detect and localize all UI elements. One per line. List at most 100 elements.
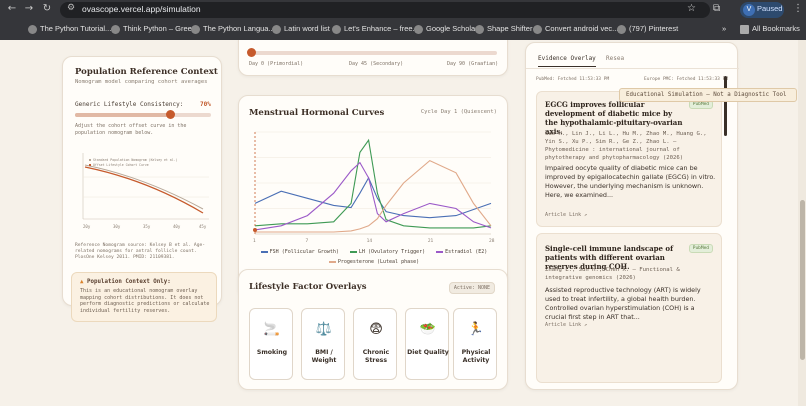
reload-icon[interactable]: ↻ <box>40 3 54 14</box>
disclaimer-tooltip: Educational Simulation — Not a Diagnosti… <box>619 88 797 102</box>
factor-label: Chronic Stress <box>362 349 390 364</box>
globe-icon <box>191 24 200 34</box>
nomogram-source: Reference Nomogram source: Kelsey B et a… <box>75 243 205 260</box>
article-link[interactable]: Article Link ↗ <box>545 212 587 218</box>
menu-icon[interactable]: ⋮ <box>793 3 803 14</box>
site-info-icon[interactable]: ⚙ <box>67 3 75 13</box>
warning-body: This is an educational nomogram overlay … <box>80 288 210 314</box>
article-authors: Zhang L., Sun H., Chen X. — Functional &… <box>545 267 680 281</box>
url-text: ovascope.vercel.app/simulation <box>82 4 201 14</box>
slider-handle[interactable] <box>166 110 176 119</box>
page-scrollbar[interactable] <box>798 40 806 406</box>
bookmark-item[interactable]: Latin word list <box>272 22 330 36</box>
bookmark-item[interactable]: The Python Langua... <box>191 22 275 36</box>
warning-icon: ▲ <box>80 279 84 285</box>
x-tick-label: 7 <box>305 238 308 244</box>
x-tick-label: 21 <box>428 238 434 244</box>
avatar: V <box>743 4 755 16</box>
pubmed-badge: PubMed <box>688 244 713 253</box>
bookmark-item[interactable]: Let's Enhance – free... <box>332 22 419 36</box>
population-warning: ▲ Population Context Only: This is an ed… <box>71 272 217 322</box>
factor-label: Smoking <box>256 349 288 356</box>
browser-chrome: ← → ↻ ⚙ ovascope.vercel.app/simulation ☆… <box>0 0 806 40</box>
diet-quality-button[interactable]: 🥗 Diet Quality <box>405 308 449 380</box>
scale-icon: ⚖️ <box>315 322 333 337</box>
forward-icon[interactable]: → <box>22 3 36 14</box>
factor-label: Physical Activity <box>461 349 491 364</box>
evidence-scrollbar[interactable] <box>724 76 727 136</box>
bookmark-item[interactable]: The Python Tutorial... <box>28 22 111 36</box>
tab-evidence-overlay[interactable]: Evidence Overlay <box>538 55 596 67</box>
bookmark-item[interactable]: Google Scholar <box>414 22 478 36</box>
legend-swatch <box>349 250 357 253</box>
bookmark-item[interactable]: (797) Pinterest <box>617 22 678 36</box>
globe-icon <box>414 24 423 34</box>
hormonal-title: Menstrual Hormonal Curves <box>249 108 385 118</box>
active-overlay-badge: Active: NONE <box>448 282 495 294</box>
globe-icon <box>111 24 120 34</box>
legend-swatch <box>328 260 336 263</box>
legend-item: Estradiol (E2) <box>436 249 487 255</box>
back-icon[interactable]: ← <box>5 3 19 14</box>
hormonal-curves-card: Menstrual Hormonal Curves Cycle Day 1 (Q… <box>238 95 508 298</box>
chart-legend-secondary: Progesterone (Luteal phase) <box>249 259 499 265</box>
factor-label: BMI / Weight <box>311 349 337 364</box>
bookmark-item[interactable]: Shape Shifter <box>475 22 532 36</box>
article-abstract: Impaired oocyte quality of diabetic mice… <box>545 164 716 199</box>
timeline-label: Day 90 (Graafian) <box>447 61 499 67</box>
plot-tick: 30y <box>113 224 121 229</box>
population-title: Population Reference Context <box>75 67 218 77</box>
cycle-day-label: Cycle Day 1 (Quiescent) <box>420 109 497 115</box>
globe-icon <box>332 24 341 34</box>
factor-label: Diet Quality <box>407 349 449 356</box>
warning-title: ▲ Population Context Only: <box>80 279 171 285</box>
plot-tick: 45y <box>199 224 207 229</box>
article-card: Single-cell immune landscape of patients… <box>536 233 722 383</box>
x-tick-label: 14 <box>367 238 373 244</box>
article-authors: Gao H., Lin J., Li L., Hu M., Zhao M., H… <box>545 131 707 161</box>
article-card: EGCG improves follicular development of … <box>536 91 722 227</box>
legend-item: LH (Ovulatory Trigger) <box>349 249 425 255</box>
address-bar[interactable]: ⚙ ovascope.vercel.app/simulation ☆ <box>60 2 710 18</box>
cycle-day-slider[interactable] <box>247 48 497 57</box>
plot-legend-offset: Offset Lifestyle Cohort Curve <box>93 163 149 167</box>
tab-research[interactable]: Resea <box>606 55 624 62</box>
plot-legend-standard: Standard Population Nomogram (Kelsey et … <box>93 158 178 162</box>
lifestyle-consistency-slider[interactable] <box>75 110 211 119</box>
page-content: Population Reference Context Nomogram mo… <box>0 40 806 406</box>
running-icon: 🏃 <box>467 322 485 337</box>
timeline-label: Day 45 (Secondary) <box>349 61 404 67</box>
cigarette-icon: 🚬 <box>263 322 281 337</box>
globe-icon <box>533 24 542 34</box>
stress-face-icon: 😨 <box>369 322 383 337</box>
page-scroll-thumb[interactable] <box>800 200 805 360</box>
all-bookmarks[interactable]: All Bookmarks <box>740 22 800 36</box>
population-card: Population Reference Context Nomogram mo… <box>62 56 222 322</box>
legend-swatch <box>260 250 268 253</box>
x-tick-label: 28 <box>489 238 495 244</box>
physical-activity-button[interactable]: 🏃 Physical Activity <box>453 308 497 380</box>
chronic-stress-button[interactable]: 😨 Chronic Stress <box>353 308 397 380</box>
cycle-day-handle[interactable] <box>247 48 256 57</box>
bookmark-star-icon[interactable]: ☆ <box>687 3 696 14</box>
bookmark-item[interactable]: Convert android vec... <box>533 22 618 36</box>
globe-icon <box>475 24 484 34</box>
profile-button[interactable]: V Paused <box>740 2 784 18</box>
globe-icon <box>28 24 37 34</box>
lifestyle-title: Lifestyle Factor Overlays <box>249 282 367 292</box>
europepmc-fetch-status: Europe PMC: Fetched 11:53:33 PM <box>644 77 728 82</box>
article-link[interactable]: Article Link ↗ <box>545 322 587 328</box>
bookmark-item[interactable]: Think Python – Gree... <box>111 22 198 36</box>
browser-toolbar: ← → ↻ ⚙ ovascope.vercel.app/simulation ☆… <box>0 0 806 20</box>
slider-fill <box>75 113 171 117</box>
smoking-button[interactable]: 🚬 Smoking <box>249 308 293 380</box>
profile-status: Paused <box>757 4 783 13</box>
extensions-icon[interactable]: ⧉ <box>713 3 720 14</box>
follicle-timeline-card: Day 0 (Primordial) Day 45 (Secondary) Da… <box>238 40 508 76</box>
population-subtitle: Nomogram model comparing cohort averages <box>75 79 208 85</box>
bookmarks-overflow[interactable]: » <box>722 22 726 36</box>
bmi-weight-button[interactable]: ⚖️ BMI / Weight <box>301 308 345 380</box>
slider-help: Adjust the cohort offset curve in the po… <box>75 123 187 136</box>
legend-item: FSH (Follicular Growth) <box>260 249 339 255</box>
evidence-tabs: Evidence Overlay Resea <box>526 43 739 69</box>
